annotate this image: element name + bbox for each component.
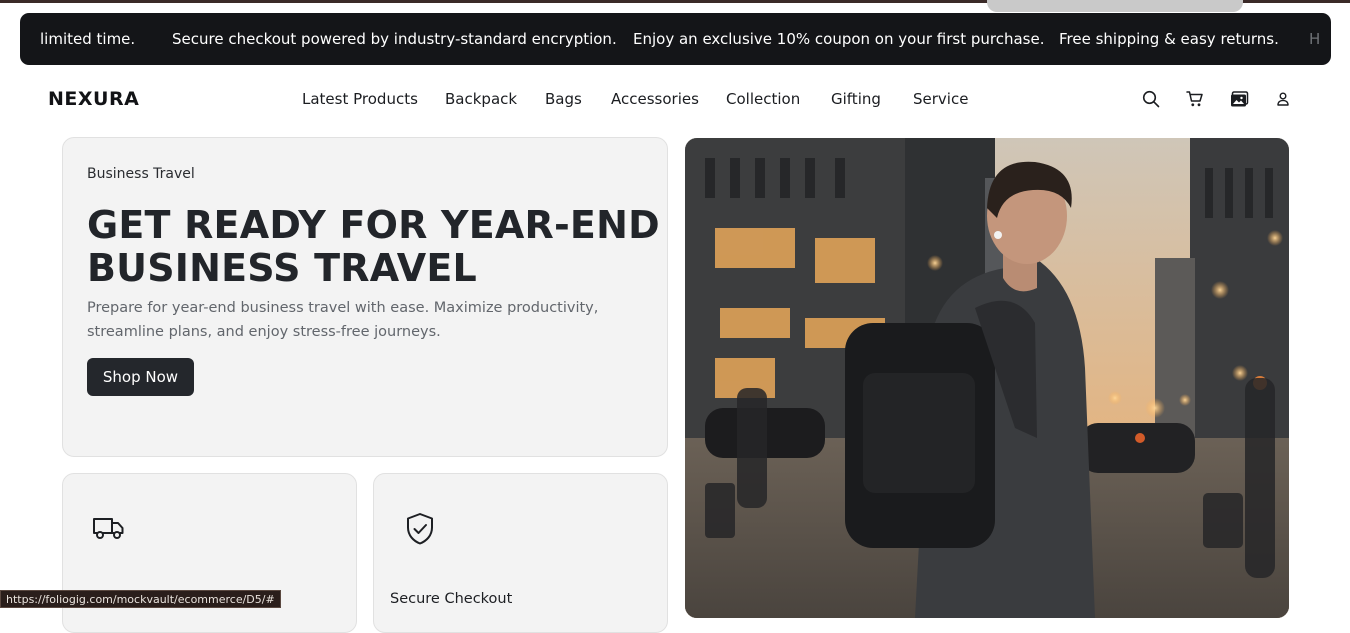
- browser-status-url: https://foliogig.com/mockvault/ecommerce…: [0, 590, 281, 608]
- hero-headline: GET READY FOR YEAR-END BUSINESS TRAVEL: [87, 204, 667, 290]
- hero-image[interactable]: [685, 138, 1289, 618]
- hero-card: Business Travel GET READY FOR YEAR-END B…: [62, 137, 668, 457]
- cart-icon[interactable]: [1184, 88, 1206, 110]
- nav-link-collection[interactable]: Collection: [726, 90, 800, 108]
- nav-link-service[interactable]: Service: [913, 90, 968, 108]
- hero-photo-illustration: [685, 138, 1289, 618]
- announcement-item: Enjoy an exclusive 10% coupon on your fi…: [633, 30, 1045, 48]
- hero-headline-line: BUSINESS TRAVEL: [87, 246, 477, 290]
- hero-eyebrow: Business Travel: [87, 166, 195, 182]
- browser-tab-overlay: [987, 0, 1243, 12]
- feature-card-shipping: [62, 473, 357, 633]
- truck-icon: [91, 512, 127, 546]
- announcement-item: H: [1309, 30, 1321, 48]
- announcement-bar: limited time. Secure checkout powered by…: [20, 13, 1331, 65]
- brand-logo[interactable]: NEXURA: [48, 88, 139, 110]
- nav-link-latest-products[interactable]: Latest Products: [302, 90, 418, 108]
- announcement-item: limited time.: [40, 30, 136, 48]
- feature-title: Secure Checkout: [390, 591, 513, 607]
- feature-card-secure-checkout: Secure Checkout: [373, 473, 668, 633]
- shield-check-icon: [404, 512, 436, 550]
- nav-link-backpack[interactable]: Backpack: [445, 90, 517, 108]
- hero-description: Prepare for year-end business travel wit…: [87, 300, 599, 340]
- announcement-item: Free shipping & easy returns.: [1059, 30, 1279, 48]
- hero-headline-line: GET READY FOR YEAR-END: [87, 203, 660, 247]
- nav-link-accessories[interactable]: Accessories: [611, 90, 699, 108]
- search-icon[interactable]: [1140, 88, 1162, 110]
- gallery-icon[interactable]: [1228, 88, 1250, 110]
- main-navigation: NEXURA Latest Products Backpack Bags Acc…: [0, 78, 1350, 122]
- nav-link-bags[interactable]: Bags: [545, 90, 582, 108]
- user-icon[interactable]: [1272, 88, 1294, 110]
- nav-link-gifting[interactable]: Gifting: [831, 90, 881, 108]
- shop-now-button[interactable]: Shop Now: [87, 358, 194, 396]
- announcement-item: Secure checkout powered by industry-stan…: [172, 30, 617, 48]
